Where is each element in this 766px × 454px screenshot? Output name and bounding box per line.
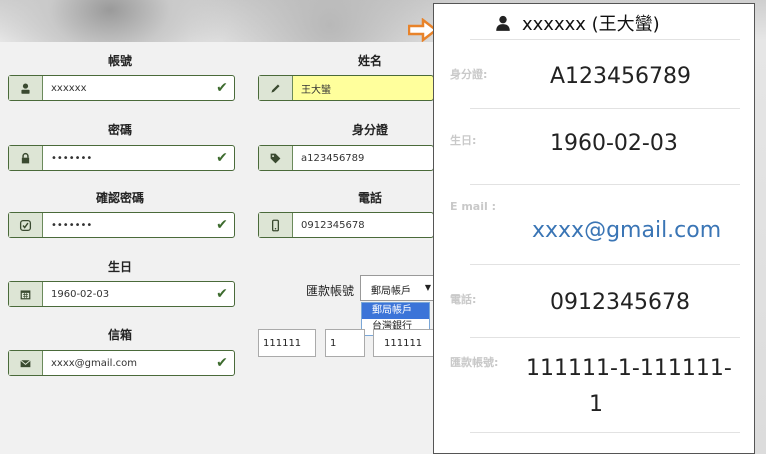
birthday-value: 1960-02-03	[51, 288, 110, 300]
birthday-label: 生日	[107, 260, 132, 274]
tag-icon	[259, 146, 293, 170]
divider	[470, 432, 740, 433]
divider	[470, 184, 740, 185]
id-number-value: a123456789	[301, 152, 365, 164]
card-phone-label: 電話:	[450, 293, 477, 306]
card-id-value: A123456789	[550, 64, 692, 89]
divider	[470, 108, 740, 109]
lock-icon	[9, 146, 43, 170]
phone-value: 0912345678	[301, 219, 365, 231]
confirm-password-value: •••••••	[51, 219, 93, 231]
remit-part-3-input[interactable]: 111111	[373, 329, 434, 357]
phone-label: 電話	[357, 191, 382, 205]
divider	[470, 337, 740, 338]
card-remit-value-line1: 111111-1-111111-	[526, 356, 732, 381]
id-number-field[interactable]: a123456789	[258, 145, 434, 171]
check-icon: ✔	[216, 80, 228, 96]
bank-select-value: 郵局帳戶	[371, 286, 411, 297]
remit-account-label: 匯款帳號	[305, 284, 354, 298]
user-icon	[496, 15, 510, 31]
check-circle-icon	[9, 213, 43, 237]
card-remit-label: 匯款帳號:	[450, 356, 499, 369]
check-icon: ✔	[216, 217, 228, 233]
divider	[470, 264, 740, 265]
remit-part-2-input[interactable]: 1	[325, 329, 365, 357]
name-value: 王大蠻	[301, 84, 331, 96]
name-label: 姓名	[357, 54, 382, 68]
card-remit-value-line2: 1	[589, 392, 603, 417]
email-field[interactable]: xxxx@gmail.com ✔	[8, 350, 235, 376]
confirm-password-label: 確認密碼	[95, 191, 144, 205]
card-email-link[interactable]: xxxx@gmail.com	[532, 218, 721, 243]
remit-part-1-input[interactable]: 111111	[258, 329, 316, 357]
phone-field[interactable]: 0912345678	[258, 212, 434, 238]
card-phone-value: 0912345678	[550, 290, 690, 315]
user-icon	[9, 76, 43, 100]
card-birth-value: 1960-02-03	[550, 131, 678, 156]
password-label: 密碼	[107, 123, 132, 137]
envelope-icon	[9, 351, 43, 375]
password-value: •••••••	[51, 152, 93, 164]
bank-select[interactable]: 郵局帳戶 ▼	[360, 275, 434, 301]
check-icon: ✔	[216, 150, 228, 166]
birthday-field[interactable]: 1960-02-03 ✔	[8, 281, 235, 307]
id-number-label: 身分證	[351, 123, 388, 137]
card-title-text: xxxxxx (王大蠻)	[522, 14, 660, 35]
card-birth-label: 生日:	[450, 134, 477, 147]
mobile-phone-icon	[259, 213, 293, 237]
summary-card: xxxxxx (王大蠻) 身分證: A123456789 生日: 1960-02…	[433, 3, 755, 454]
card-title: xxxxxx (王大蠻)	[494, 10, 660, 36]
calendar-icon	[9, 282, 43, 306]
divider	[470, 39, 740, 40]
pencil-icon	[259, 76, 293, 100]
check-icon: ✔	[216, 286, 228, 302]
account-field[interactable]: xxxxxx ✔	[8, 75, 235, 101]
card-email-label: E mail :	[450, 200, 496, 213]
option-post-office[interactable]: 郵局帳戶	[362, 303, 429, 319]
password-field[interactable]: ••••••• ✔	[8, 145, 235, 171]
registration-form	[0, 42, 438, 454]
name-field[interactable]: 王大蠻	[258, 75, 434, 101]
account-label: 帳號	[107, 54, 132, 68]
confirm-password-field[interactable]: ••••••• ✔	[8, 212, 235, 238]
email-value: xxxx@gmail.com	[51, 357, 137, 369]
email-label: 信箱	[107, 328, 132, 342]
card-id-label: 身分證:	[450, 68, 488, 81]
account-value: xxxxxx	[51, 82, 87, 94]
caret-down-icon: ▼	[424, 283, 431, 292]
check-icon: ✔	[216, 355, 228, 371]
